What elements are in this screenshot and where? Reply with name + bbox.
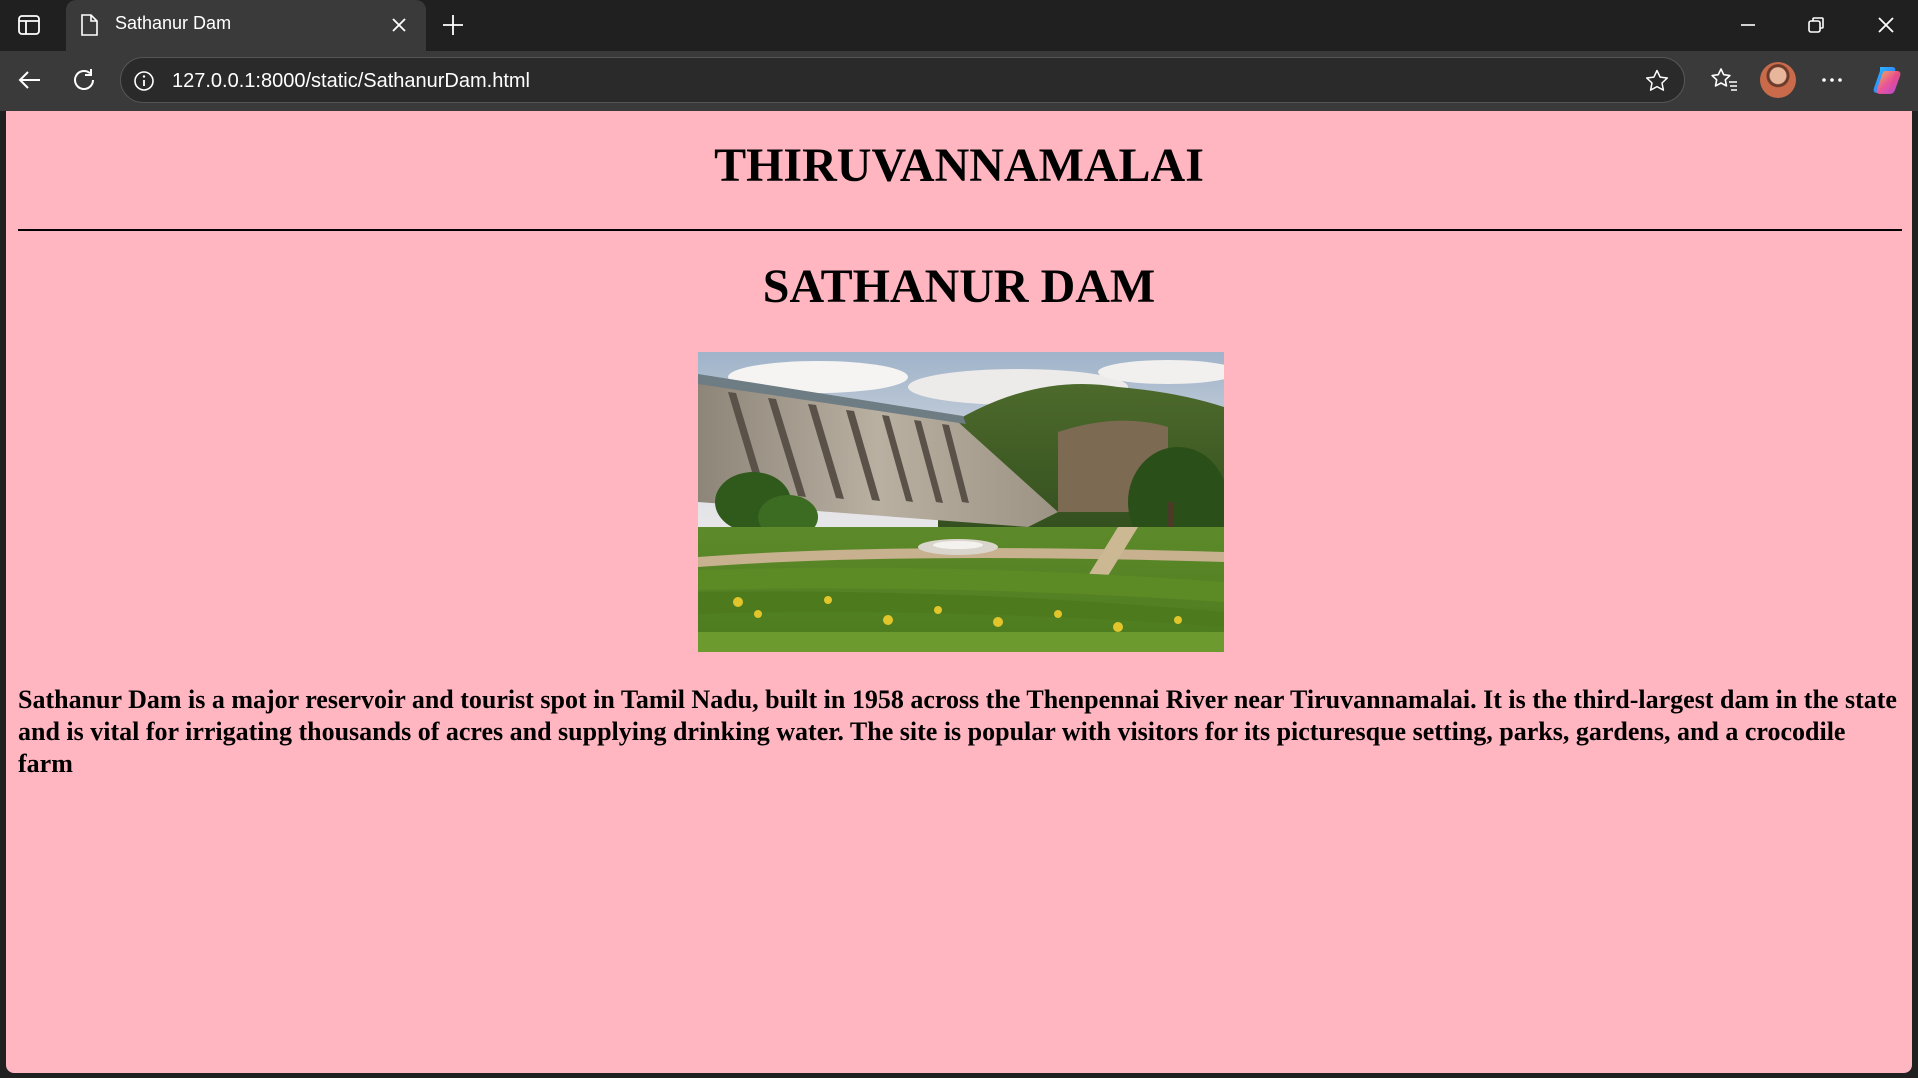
more-icon[interactable] (1815, 63, 1849, 97)
dam-photo (698, 352, 1224, 652)
close-window-icon[interactable] (1873, 12, 1899, 38)
restore-icon[interactable] (1803, 12, 1829, 38)
star-icon[interactable] (1644, 68, 1670, 99)
tab-strip: Sathanur Dam (0, 0, 1918, 51)
copilot-icon[interactable] (1870, 63, 1904, 97)
browser-toolbar: 127.0.0.1:8000/static/SathanurDam.html (0, 51, 1918, 111)
document-icon (80, 14, 98, 41)
info-icon[interactable] (132, 69, 156, 98)
avatar[interactable] (1760, 62, 1796, 98)
plus-icon[interactable] (440, 12, 466, 38)
reload-icon[interactable] (67, 63, 101, 97)
horizontal-rule (18, 229, 1902, 231)
minimize-icon[interactable] (1735, 12, 1761, 38)
tab-title: Sathanur Dam (115, 13, 232, 33)
url-text[interactable]: 127.0.0.1:8000/static/SathanurDam.html (172, 70, 530, 93)
address-bar[interactable]: 127.0.0.1:8000/static/SathanurDam.html (120, 57, 1685, 103)
close-icon[interactable] (388, 14, 410, 36)
favorites-icon[interactable] (1707, 63, 1741, 97)
page-content: THIRUVANNAMALAI SATHANUR DAM Sathanur Da… (6, 111, 1912, 1073)
sidebar-toggle-icon[interactable] (14, 12, 44, 38)
section-heading: SATHANUR DAM (762, 260, 1156, 313)
page-heading: THIRUVANNAMALAI (714, 139, 1204, 192)
description-paragraph: Sathanur Dam is a major reservoir and to… (18, 685, 1897, 778)
back-arrow-icon[interactable] (13, 63, 47, 97)
browser-tab-active[interactable]: Sathanur Dam (66, 0, 426, 51)
